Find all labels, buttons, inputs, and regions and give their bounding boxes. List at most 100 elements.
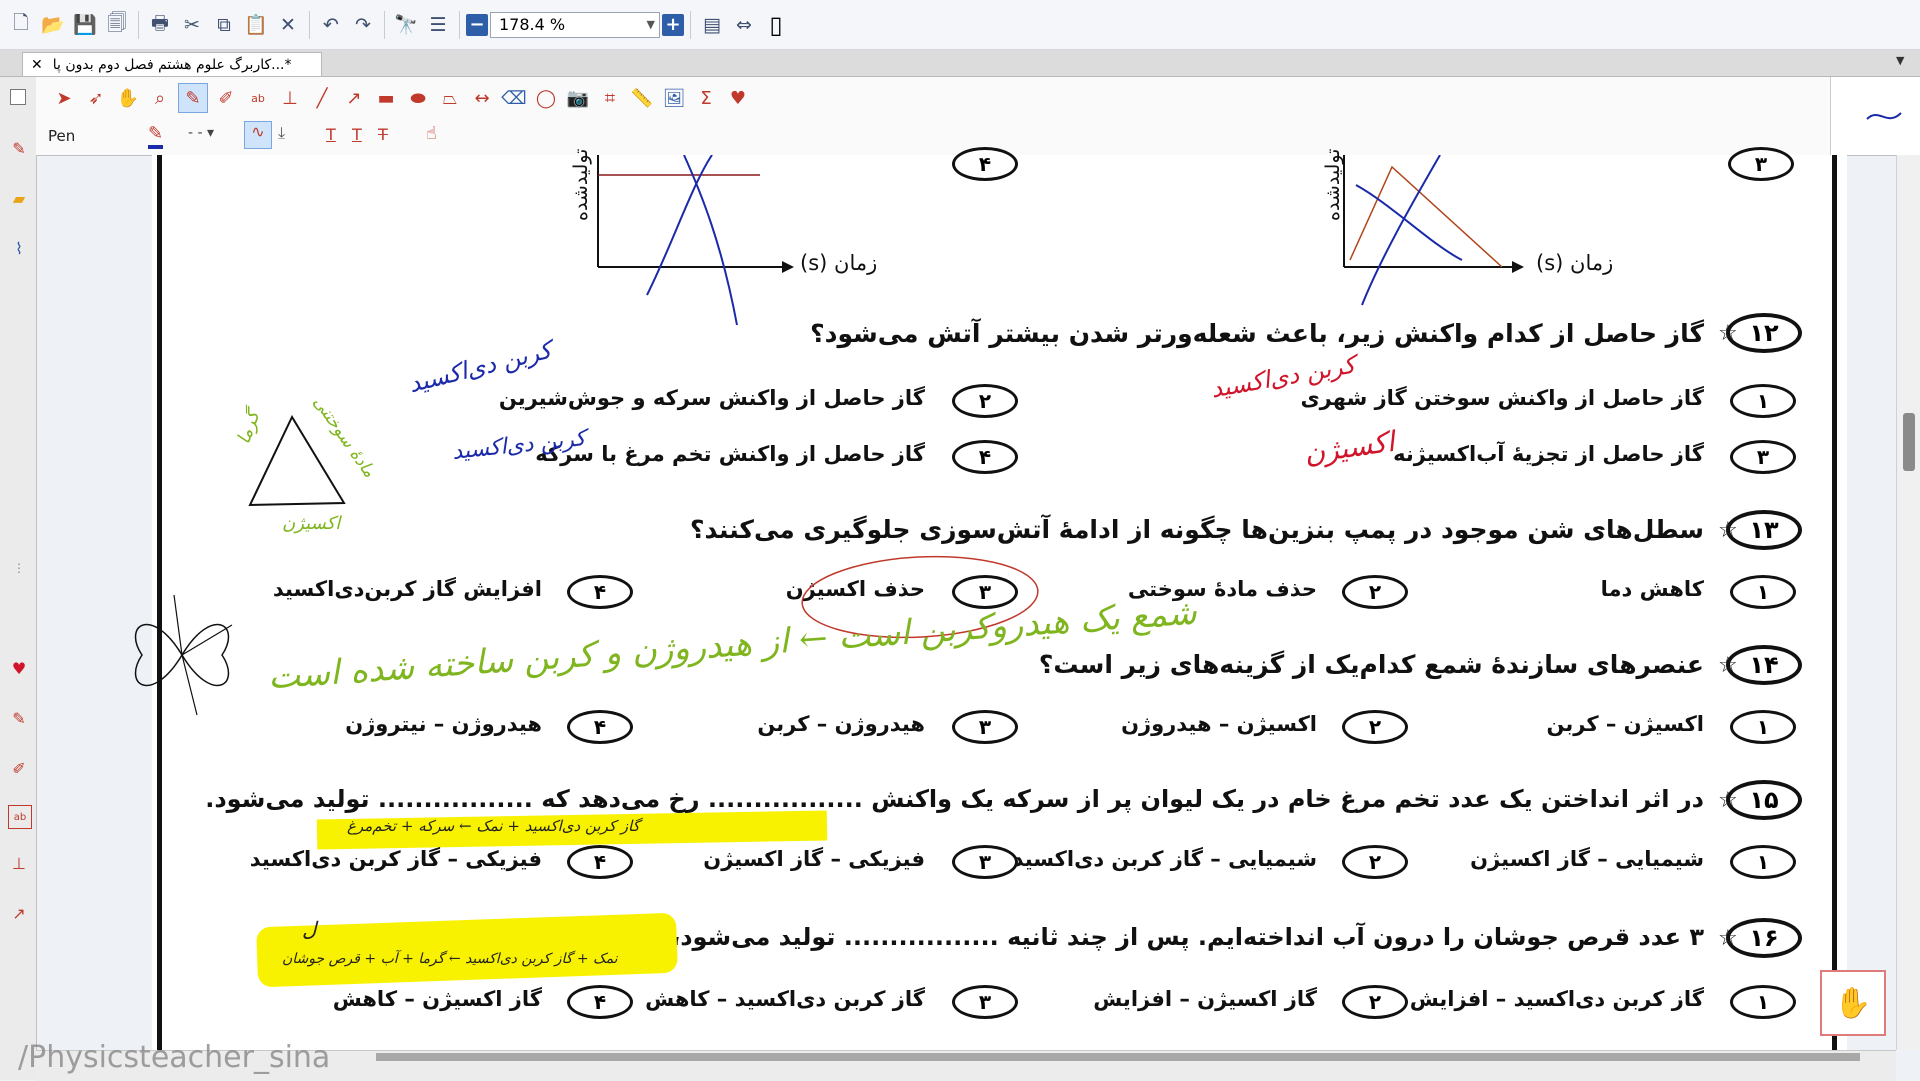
text-box-icon[interactable]: ab xyxy=(8,805,32,829)
q13-option-2-number: ۲ xyxy=(1342,575,1408,609)
copy-icon[interactable]: ⧉ xyxy=(209,10,239,40)
zoom-tool-icon[interactable]: ⌕ xyxy=(146,84,174,112)
q16-option-4-text: گاز اکسیژن – کاهش xyxy=(332,987,542,1011)
zoom-out-button[interactable]: − xyxy=(466,13,488,36)
star-icon: ☆ xyxy=(1718,321,1738,346)
hand-icon[interactable]: ✋ xyxy=(114,84,142,112)
pen-tool-icon[interactable]: ✎ xyxy=(178,83,208,113)
q16-option-2-text: گاز اکسیژن – افزایش xyxy=(1093,987,1317,1011)
pencil-icon[interactable]: ✎ xyxy=(8,707,30,729)
favorites-heart-icon[interactable]: ♥ xyxy=(724,84,752,112)
zoom-in-button[interactable]: + xyxy=(662,13,684,36)
q15-option-2-number: ۲ xyxy=(1342,845,1408,879)
q12-option-4-text: گاز حاصل از واکنش تخم مرغ با سرکه xyxy=(535,442,925,466)
panel-grip-icon[interactable]: ⋮ xyxy=(8,557,30,579)
stamp-icon[interactable]: ⊥ xyxy=(8,852,30,874)
main-toolbar: 🗋 📂 💾 🗐 🖶 ✂ ⧉ 📋 ✕ ↶ ↷ 🔭 ☰ − 178.4 % ▼ + … xyxy=(0,0,1920,50)
snapshot-icon[interactable]: 📷 xyxy=(564,84,592,112)
q13-option-1-number: ۱ xyxy=(1730,575,1796,609)
ruler-icon[interactable]: 📏 xyxy=(628,84,656,112)
rectangle-icon[interactable]: ▬ xyxy=(372,84,400,112)
measure-icon[interactable]: ↔ xyxy=(468,84,496,112)
favorite-heart-icon[interactable]: ♥ xyxy=(8,657,30,679)
q16-option-3-text: گاز کربن دی‌اکسید – کاهش xyxy=(645,987,925,1011)
q15-option-1-number: ۱ xyxy=(1730,845,1796,879)
separator xyxy=(309,10,310,39)
cut-icon[interactable]: ✂ xyxy=(177,10,207,40)
ellipse-icon[interactable]: ⬬ xyxy=(404,84,432,112)
q15-option-2-text: شیمیایی – گاز کربن دی‌اکسید xyxy=(1012,847,1317,871)
document-page[interactable]: تولیدشده زمان (s) ۴ تولیدشده زمان (s) ۳ … xyxy=(134,147,1886,1050)
delete-icon[interactable]: ✕ xyxy=(273,10,303,40)
q12-option-2-number: ۲ xyxy=(952,384,1018,418)
select-arrow-icon[interactable]: ➤ xyxy=(50,84,78,112)
triangle-label-oxygen: اکسیژن xyxy=(282,513,341,534)
graph-3-option-number: ۳ xyxy=(1728,147,1794,181)
horizontal-scroll-thumb[interactable] xyxy=(376,1053,1860,1061)
q12-option-2-text: گاز حاصل از واکنش سرکه و جوش‌شیرین xyxy=(498,386,925,410)
q13-option-1-text: کاهش دما xyxy=(1600,577,1704,601)
separator xyxy=(459,10,460,39)
open-folder-icon[interactable]: 📂 xyxy=(38,10,68,40)
text-underline-icon[interactable]: T xyxy=(352,125,362,144)
new-file-icon[interactable]: 🗋 xyxy=(6,10,36,40)
hand-tool-button[interactable]: ✋ xyxy=(1820,970,1886,1036)
handwriting-q12-opt3: اکسیژن xyxy=(1302,424,1397,471)
highlight-tool-icon[interactable]: ✐ xyxy=(212,84,240,112)
close-icon[interactable]: ✕ xyxy=(31,57,43,73)
fit-page-icon[interactable]: ▤ xyxy=(697,10,727,40)
handwriting-q14-note: شمع یک هیدروکربن است ← از هیدروژن و کربن… xyxy=(266,592,1198,698)
annotation-toolbar: ➤ ➶ ✋ ⌕ ✎ ✐ ab ⊥ ╱ ↗ ▬ ⬬ ⏢ ↔ ⌫ ◯ 📷 ⌗ 📏 🖼… xyxy=(36,77,1896,156)
find-icon[interactable]: 🔭 xyxy=(391,10,421,40)
pen-stroke-preview-icon xyxy=(1866,112,1902,120)
graph-option-4 xyxy=(597,155,794,326)
text-strike-icon[interactable]: T xyxy=(378,125,388,144)
attachment-icon[interactable]: ⌇ xyxy=(8,237,30,259)
typewriter-icon[interactable]: ab xyxy=(244,84,272,112)
save-icon[interactable]: 💾 xyxy=(70,10,100,40)
lasso-icon[interactable]: ◯ xyxy=(532,84,560,112)
document-tab[interactable]: *...کاربرگ علوم هشتم فصل دوم بدون پا ✕ xyxy=(22,52,322,76)
text-bold-icon[interactable]: T xyxy=(326,125,336,144)
pen-icon[interactable]: ✎ xyxy=(8,137,30,159)
folder-icon[interactable]: ▰ xyxy=(8,187,30,209)
save-all-icon[interactable]: 🗐 xyxy=(102,10,132,40)
stamp-tool-icon[interactable]: ⊥ xyxy=(276,84,304,112)
q12-option-4-number: ۴ xyxy=(952,440,1018,474)
pen-color-icon[interactable]: ✎ xyxy=(148,123,164,149)
tab-list-chevron-icon[interactable]: ▼ xyxy=(1896,54,1904,67)
magic-eraser-icon[interactable]: ☝ xyxy=(426,123,437,144)
redo-icon[interactable]: ↷ xyxy=(348,10,378,40)
q16-option-3-number: ۳ xyxy=(952,985,1018,1019)
checkbox-icon[interactable] xyxy=(10,89,26,105)
q13-option-4-number: ۴ xyxy=(567,575,633,609)
paste-icon[interactable]: 📋 xyxy=(241,10,271,40)
print-icon[interactable]: 🖶 xyxy=(145,10,175,40)
question-13-text: سطل‌های شن موجود در پمپ بنزین‌ها چگونه ا… xyxy=(690,515,1704,544)
line-icon[interactable]: ╱ xyxy=(308,84,336,112)
image-icon[interactable]: 🖼 xyxy=(660,84,688,112)
fullscreen-icon[interactable]: ▯ xyxy=(761,10,791,40)
left-sidebar: ✎ ▰ ⌇ ⋮ ♥ ✎ ✐ ab ⊥ ↗ xyxy=(0,77,37,1080)
separator xyxy=(138,10,139,39)
chevron-down-icon[interactable]: ▼ xyxy=(647,18,659,31)
smooth-pen-icon[interactable]: ∿ xyxy=(244,121,272,149)
fit-width-icon[interactable]: ⇔ xyxy=(729,10,759,40)
pen-option-icon[interactable]: ⤓ xyxy=(278,123,285,143)
handwriting-q16-note: نمک + گاز کربن دی‌اکسید ← گرما + آب + قر… xyxy=(282,951,618,967)
line-style-icon[interactable]: - - ▾ xyxy=(188,125,214,141)
highlighter-icon[interactable]: ✐ xyxy=(8,757,30,779)
arrow-tool-icon[interactable]: ↗ xyxy=(8,902,30,924)
select-text-icon[interactable]: ➶ xyxy=(82,84,110,112)
q12-option-3-number: ۳ xyxy=(1730,440,1796,474)
find-options-icon[interactable]: ☰ xyxy=(423,10,453,40)
sum-icon[interactable]: Σ xyxy=(692,84,720,112)
arrow-line-icon[interactable]: ↗ xyxy=(340,84,368,112)
eraser-icon[interactable]: ⌫ xyxy=(500,84,528,112)
vertical-scrollbar[interactable] xyxy=(1896,155,1920,1050)
crop-icon[interactable]: ⌗ xyxy=(596,84,624,112)
undo-icon[interactable]: ↶ xyxy=(316,10,346,40)
scroll-thumb[interactable] xyxy=(1903,413,1915,471)
polygon-icon[interactable]: ⏢ xyxy=(436,84,464,112)
zoom-input[interactable]: 178.4 % ▼ xyxy=(490,11,660,38)
